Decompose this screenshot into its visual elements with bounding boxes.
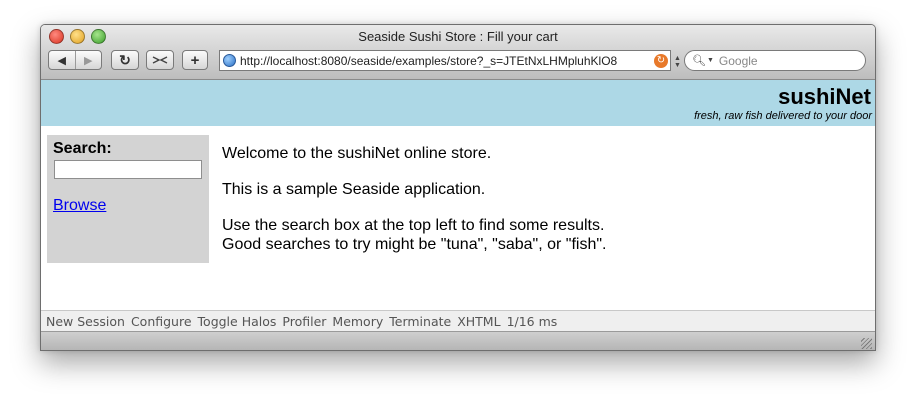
profiler-link[interactable]: Profiler [282, 314, 326, 329]
site-tagline: fresh, raw fish delivered to your door [694, 110, 872, 122]
render-timing: 1/16 ms [506, 313, 558, 329]
xhtml-link[interactable]: XHTML [457, 314, 500, 329]
main-content: Welcome to the sushiNet online store. Th… [222, 144, 606, 254]
reload-button[interactable]: ↻ [111, 50, 139, 70]
status-bar [41, 331, 875, 350]
page-content: sushiNet fresh, raw fish delivered to yo… [41, 80, 875, 310]
toggle-halos-link[interactable]: Toggle Halos [198, 314, 277, 329]
plus-icon: + [190, 51, 200, 69]
snapback-icon [152, 56, 168, 64]
address-text: http://localhost:8080/seaside/examples/s… [240, 53, 618, 68]
title-bar: Seaside Sushi Store : Fill your cart ◀ ▶… [41, 25, 875, 80]
search-engine-chevron-icon[interactable]: ▼ [707, 57, 714, 64]
add-bookmark-button[interactable]: + [182, 50, 208, 70]
back-button[interactable]: ◀ [49, 51, 75, 69]
site-title: sushiNet [778, 84, 871, 109]
address-bar[interactable]: http://localhost:8080/seaside/examples/s… [219, 50, 671, 71]
new-session-link[interactable]: New Session [46, 314, 125, 329]
hint-text-1: Use the search box at the top left to fi… [222, 217, 605, 234]
web-search-field[interactable]: 🔍︎ ▼ Google [684, 50, 866, 71]
search-label: Search: [53, 140, 112, 157]
welcome-text: Welcome to the sushiNet online store. [222, 145, 492, 162]
back-icon: ◀ [57, 54, 66, 67]
browser-window: Seaside Sushi Store : Fill your cart ◀ ▶… [40, 24, 876, 351]
resize-grip-icon[interactable] [861, 338, 872, 349]
site-header: sushiNet fresh, raw fish delivered to yo… [41, 80, 875, 126]
globe-icon [223, 54, 236, 67]
store-search-input[interactable] [54, 160, 202, 179]
terminate-link[interactable]: Terminate [389, 314, 451, 329]
magnifier-icon: 🔍︎ [692, 55, 706, 67]
back-forward-buttons: ◀ ▶ [48, 50, 102, 70]
reload-icon: ↻ [119, 51, 131, 68]
memory-link[interactable]: Memory [332, 314, 383, 329]
window-title: Seaside Sushi Store : Fill your cart [358, 29, 558, 44]
search-placeholder: Google [718, 53, 758, 68]
address-dropdown-icon[interactable]: ▲ ▼ [674, 55, 681, 69]
configure-link[interactable]: Configure [131, 314, 192, 329]
browse-link[interactable]: Browse [53, 197, 106, 215]
sidebar: Search: Browse [47, 135, 209, 263]
seaside-toolbar: New Session Configure Toggle Halos Profi… [41, 310, 875, 331]
snapback-button[interactable] [146, 50, 174, 70]
rss-icon[interactable]: ↻ [654, 53, 668, 68]
forward-button[interactable]: ▶ [74, 51, 102, 69]
sample-text: This is a sample Seaside application. [222, 181, 486, 198]
forward-icon: ▶ [84, 54, 93, 67]
hint-text-2: Good searches to try might be "tuna", "s… [222, 236, 607, 253]
